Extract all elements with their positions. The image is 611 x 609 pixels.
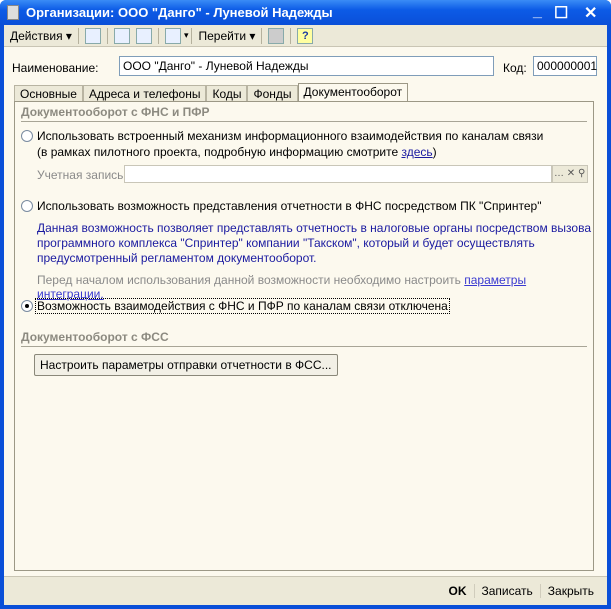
footer-bar: OK Записать Закрыть	[4, 576, 607, 605]
window-title: Организации: ООО "Данго" - Луневой Надеж…	[26, 5, 333, 20]
account-label: Учетная запись:	[37, 168, 127, 182]
opt2-label: Использовать возможность представления о…	[37, 199, 542, 213]
opt2-note-text: Перед началом использования данной возмо…	[37, 273, 465, 287]
separator	[157, 27, 159, 44]
opt1-note-close: )	[432, 145, 437, 159]
opt1-note-text: (в рамках пилотного проекта, подробную и…	[37, 145, 402, 159]
goto-menu[interactable]: Перейти ▾	[195, 27, 258, 45]
opt2-desc-3: предусмотренный регламентом документообо…	[37, 251, 317, 265]
separator	[261, 27, 263, 44]
divider	[21, 121, 587, 122]
separator	[191, 27, 193, 44]
separator	[77, 27, 79, 44]
fss-settings-button[interactable]: Настроить параметры отправки отчетности …	[34, 354, 338, 376]
toolbar: Действия ▾ ▾ Перейти ▾ ?	[4, 25, 607, 47]
opt2-desc-2: программного комплекса "Спринтер" компан…	[37, 236, 535, 250]
save-button[interactable]: Записать	[473, 584, 540, 598]
opt1-label: Использовать встроенный механизм информа…	[37, 129, 544, 143]
back-arrow-icon[interactable]	[84, 27, 101, 44]
tab-codes[interactable]: Коды	[206, 85, 248, 101]
opt3-label: Возможность взаимодействия с ФНС и ПФР п…	[35, 298, 450, 314]
code-input[interactable]: 000000001	[533, 56, 597, 76]
account-input[interactable]	[124, 165, 552, 183]
title-bar[interactable]: Организации: ООО "Данго" - Луневой Надеж…	[0, 0, 611, 25]
fns-section-title: Документооборот с ФНС и ПФР	[21, 105, 210, 119]
maximize-button[interactable]: ☐	[554, 3, 568, 23]
name-label: Наименование:	[12, 61, 99, 75]
opt2-desc-1: Данная возможность позволяет представлят…	[37, 221, 591, 235]
radio-disabled[interactable]	[21, 300, 33, 312]
radio-sprinter[interactable]	[21, 200, 33, 212]
close-button[interactable]: ✕	[584, 3, 597, 23]
separator	[106, 27, 108, 44]
exchange-icon[interactable]	[135, 27, 152, 44]
close-form-button[interactable]: Закрыть	[539, 584, 601, 598]
separator	[290, 27, 292, 44]
tab-main[interactable]: Основные	[14, 85, 83, 101]
search-icon[interactable]: ⚲	[578, 168, 585, 179]
window: Организации: ООО "Данго" - Луневой Надеж…	[0, 0, 611, 609]
list-icon[interactable]	[268, 27, 285, 44]
ok-button[interactable]: OK	[442, 584, 474, 598]
transfer-dropdown-icon[interactable]	[164, 27, 181, 44]
help-icon[interactable]: ?	[297, 27, 314, 44]
code-label: Код:	[503, 61, 527, 75]
select-button[interactable]: …	[554, 168, 564, 179]
refresh-icon[interactable]	[113, 27, 130, 44]
client-area: Действия ▾ ▾ Перейти ▾ ? Наименование: О…	[4, 25, 607, 605]
actions-menu[interactable]: Действия ▾	[7, 27, 75, 45]
document-icon	[7, 5, 19, 20]
radio-builtin[interactable]	[21, 130, 33, 142]
fss-section-title: Документооборот с ФСС	[21, 330, 169, 344]
tab-document-flow[interactable]: Документооборот	[297, 83, 409, 102]
tab-strip: Основные Адреса и телефоны Коды Фонды До…	[14, 83, 409, 102]
tab-panel: Документооборот с ФНС и ПФР Использовать…	[14, 101, 594, 571]
tab-funds[interactable]: Фонды	[247, 85, 298, 101]
minimize-button[interactable]: _	[533, 3, 542, 21]
opt2-note: Перед началом использования данной возмо…	[37, 273, 593, 301]
account-buttons: … ✕ ⚲	[552, 165, 588, 183]
tab-addresses[interactable]: Адреса и телефоны	[82, 85, 207, 101]
divider	[21, 346, 587, 347]
opt1-note: (в рамках пилотного проекта, подробную и…	[37, 145, 437, 159]
name-input[interactable]: ООО "Данго" - Луневой Надежды	[119, 56, 494, 76]
goto-label: Перейти	[198, 28, 247, 43]
actions-label: Действия	[10, 28, 63, 43]
clear-icon[interactable]: ✕	[567, 168, 575, 179]
here-link[interactable]: здесь	[401, 145, 432, 159]
